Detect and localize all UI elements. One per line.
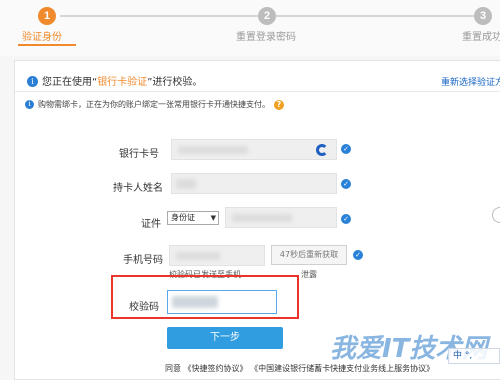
hint-text: 购物需绑卡，正在为你的账户绑定一张常用银行卡开通快捷支付。 [38, 100, 270, 109]
active-step-underline [18, 44, 76, 46]
step-3-number: 3 [474, 7, 492, 25]
masked-name [176, 179, 196, 189]
code-label: 校验码 [129, 302, 159, 313]
reselect-method-link[interactable]: 重新选择验证方 [441, 75, 500, 88]
bank-logo-icon [316, 144, 328, 156]
step-1-label: 验证身份 [22, 32, 62, 43]
verification-code-input[interactable] [167, 290, 277, 314]
id-number-field[interactable] [225, 207, 337, 228]
help-icon[interactable]: ? [274, 100, 284, 110]
step-connector [276, 15, 474, 17]
masked-card-number [178, 146, 248, 154]
holder-name-label: 持卡人姓名 [113, 183, 163, 194]
agreement-link-quick-pay[interactable]: 《快捷签约协议》 [184, 364, 248, 373]
step-2-label: 重置登录密码 [236, 32, 296, 43]
phone-label: 手机号码 [123, 255, 163, 266]
check-icon: ✓ [341, 214, 351, 224]
step-1-number: 1 [38, 7, 56, 25]
code-sent-tail: 泄露 [301, 270, 317, 279]
id-label: 证件 [141, 219, 161, 230]
card-number-field[interactable] [171, 139, 337, 160]
verification-method: 银行卡验证 [97, 77, 148, 88]
step-connector [60, 15, 258, 17]
check-icon: ✓ [341, 179, 351, 189]
check-icon: ✓ [353, 250, 363, 260]
masked-code [172, 296, 218, 308]
agreement-link-bank-service[interactable]: 《中国建设银行储蓄卡快捷支付业务线上服务协议》 [250, 364, 434, 373]
masked-id-number [232, 214, 292, 222]
agreement-prefix: 同意 [165, 364, 181, 373]
step-2-number: 2 [258, 7, 276, 25]
bind-card-hint: i 购物需绑卡，正在为你的账户绑定一张常用银行卡开通快捷支付。? [25, 99, 284, 110]
masked-phone [176, 252, 220, 260]
card-number-label: 银行卡号 [119, 149, 159, 160]
divider [15, 91, 500, 92]
ime-indicator[interactable]: 中 °, [448, 348, 500, 364]
id-type-select[interactable]: 身份证 ▼ [167, 211, 219, 225]
phone-field[interactable] [169, 245, 265, 266]
step-3-label: 重置成功 [462, 32, 500, 43]
progress-steps: 1 验证身份 2 重置登录密码 3 重置成功 [0, 0, 500, 56]
next-step-button[interactable]: 下一步 [167, 327, 283, 349]
chevron-down-icon: ▼ [210, 214, 216, 222]
verification-notice: i 您正在使用“银行卡验证”进行校验。 [27, 73, 202, 88]
notice-suffix: ”进行校验。 [147, 77, 203, 88]
check-icon: ✓ [341, 144, 351, 154]
id-type-value: 身份证 [171, 213, 195, 222]
info-icon: i [25, 100, 34, 109]
holder-name-field[interactable] [171, 173, 337, 194]
resend-code-button[interactable]: 47秒后重新获取 [271, 245, 347, 265]
info-icon: i [27, 76, 38, 87]
notice-prefix: 您正在使用“ [42, 77, 98, 88]
